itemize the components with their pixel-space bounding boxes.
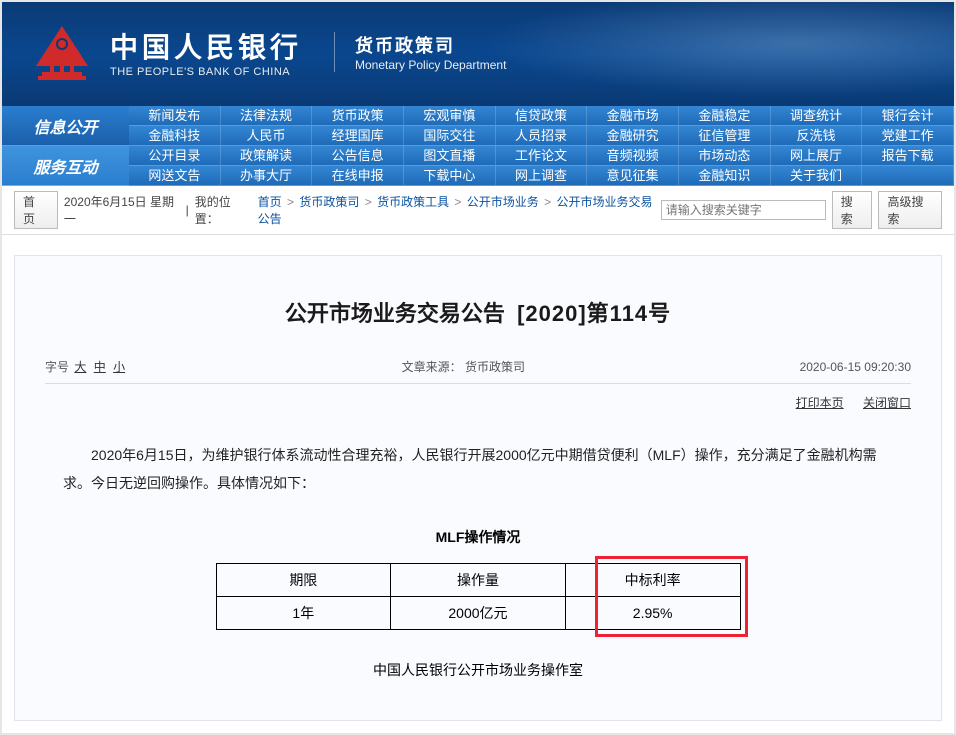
- nav-item[interactable]: 货币政策: [312, 106, 404, 126]
- nav-tab-service[interactable]: 服务互动: [2, 146, 129, 186]
- nav-item[interactable]: 政策解读: [221, 146, 313, 166]
- table-header-row: 期限 操作量 中标利率: [216, 564, 740, 597]
- article-timestamp: 2020-06-15 09:20:30: [800, 360, 911, 374]
- bank-title: 中国人民银行 THE PEOPLE'S BANK OF CHINA: [110, 26, 302, 78]
- nav-item[interactable]: 新闻发布: [129, 106, 221, 126]
- col-term: 期限: [216, 564, 391, 597]
- nav-item[interactable]: 工作论文: [496, 146, 588, 166]
- cell-volume: 2000亿元: [391, 597, 566, 630]
- pboc-logo-icon: [32, 24, 92, 80]
- dept-name-cn: 货币政策司: [355, 32, 506, 58]
- font-medium-link[interactable]: 中: [94, 360, 106, 374]
- nav-item[interactable]: 国际交往: [404, 126, 496, 146]
- article: 公开市场业务交易公告 [2020]第114号 字号 大 中 小 文章来源： 货币…: [14, 255, 942, 721]
- bank-name-en: THE PEOPLE'S BANK OF CHINA: [110, 66, 302, 78]
- font-small-link[interactable]: 小: [113, 360, 125, 374]
- dept-name-en: Monetary Policy Department: [355, 58, 506, 72]
- source-label: 文章来源：: [402, 360, 462, 374]
- nav-item[interactable]: 关于我们: [771, 166, 863, 186]
- breadcrumb-item[interactable]: 首页: [258, 195, 282, 209]
- nav-item[interactable]: 网上调查: [496, 166, 588, 186]
- breadcrumb-item[interactable]: 货币政策司: [299, 195, 359, 209]
- dept-title: 货币政策司 Monetary Policy Department: [334, 32, 506, 72]
- chevron-right-icon: >: [541, 195, 555, 209]
- table-data-row: 1年 2000亿元 2.95%: [216, 597, 740, 630]
- font-label: 字号: [45, 360, 69, 374]
- nav-item[interactable]: 网送文告: [129, 166, 221, 186]
- nav-item[interactable]: 网上展厅: [771, 146, 863, 166]
- nav-item[interactable]: 下载中心: [404, 166, 496, 186]
- nav-item[interactable]: 报告下载: [862, 146, 954, 166]
- nav-item[interactable]: 经理国库: [312, 126, 404, 146]
- nav-item[interactable]: 金融研究: [587, 126, 679, 146]
- nav-item[interactable]: 法律法规: [221, 106, 313, 126]
- crumb-loc-label: 我的位置：: [195, 193, 252, 227]
- font-large-link[interactable]: 大: [74, 360, 86, 374]
- home-button[interactable]: 首 页: [14, 191, 58, 229]
- breadcrumb-item[interactable]: 公开市场业务: [467, 195, 539, 209]
- search-button[interactable]: 搜索: [832, 191, 873, 229]
- chevron-right-icon: >: [284, 195, 298, 209]
- main-nav: 信息公开 服务互动 新闻发布法律法规货币政策宏观审慎信贷政策金融市场金融稳定调查…: [2, 106, 954, 186]
- chevron-right-icon: >: [361, 195, 375, 209]
- nav-item[interactable]: 银行会计: [862, 106, 954, 126]
- title-issue: [2020]第114号: [517, 301, 671, 326]
- font-size-controls: 字号 大 中 小: [45, 358, 127, 375]
- cell-term: 1年: [216, 597, 391, 630]
- cell-rate: 2.95%: [565, 597, 740, 630]
- crumb-date: 2020年6月15日 星期一: [64, 193, 180, 227]
- bank-name-cn: 中国人民银行: [110, 26, 302, 66]
- nav-item[interactable]: 金融稳定: [679, 106, 771, 126]
- source-value: 货币政策司: [465, 360, 525, 374]
- nav-item: [862, 166, 954, 186]
- nav-item[interactable]: 公告信息: [312, 146, 404, 166]
- nav-item[interactable]: 在线申报: [312, 166, 404, 186]
- nav-item[interactable]: 公开目录: [129, 146, 221, 166]
- advanced-search-link[interactable]: 高级搜索: [878, 191, 942, 229]
- nav-item[interactable]: 征信管理: [679, 126, 771, 146]
- header-banner: 中国人民银行 THE PEOPLE'S BANK OF CHINA 货币政策司 …: [2, 2, 954, 106]
- nav-item[interactable]: 意见征集: [587, 166, 679, 186]
- nav-item[interactable]: 办事大厅: [221, 166, 313, 186]
- nav-item[interactable]: 宏观审慎: [404, 106, 496, 126]
- mlf-table: 期限 操作量 中标利率 1年 2000亿元 2.95%: [216, 563, 741, 630]
- signature: 中国人民银行公开市场业务操作室: [45, 660, 911, 680]
- close-window-link[interactable]: 关闭窗口: [863, 396, 911, 410]
- nav-item[interactable]: 音频视频: [587, 146, 679, 166]
- article-meta: 字号 大 中 小 文章来源： 货币政策司 2020-06-15 09:20:30: [45, 358, 911, 384]
- print-link[interactable]: 打印本页: [796, 396, 844, 410]
- nav-item[interactable]: 反洗钱: [771, 126, 863, 146]
- breadcrumb-bar: 首 页 2020年6月15日 星期一 | 我的位置： 首页 > 货币政策司 > …: [2, 186, 954, 235]
- breadcrumb-item[interactable]: 货币政策工具: [377, 195, 449, 209]
- nav-item[interactable]: 信贷政策: [496, 106, 588, 126]
- nav-tab-info[interactable]: 信息公开: [2, 106, 129, 146]
- nav-item[interactable]: 金融市场: [587, 106, 679, 126]
- nav-item[interactable]: 人民币: [221, 126, 313, 146]
- col-rate: 中标利率: [565, 564, 740, 597]
- col-volume: 操作量: [391, 564, 566, 597]
- nav-item[interactable]: 人员招录: [496, 126, 588, 146]
- nav-item[interactable]: 党建工作: [862, 126, 954, 146]
- nav-item[interactable]: 金融知识: [679, 166, 771, 186]
- table-title: MLF操作情况: [45, 527, 911, 547]
- article-body: 2020年6月15日，为维护银行体系流动性合理充裕，人民银行开展2000亿元中期…: [45, 411, 911, 507]
- nav-item[interactable]: 调查统计: [771, 106, 863, 126]
- nav-item[interactable]: 市场动态: [679, 146, 771, 166]
- title-main: 公开市场业务交易公告: [285, 301, 505, 326]
- chevron-right-icon: >: [451, 195, 465, 209]
- search-input[interactable]: [661, 200, 826, 220]
- nav-item[interactable]: 金融科技: [129, 126, 221, 146]
- nav-item[interactable]: 图文直播: [404, 146, 496, 166]
- article-title: 公开市场业务交易公告 [2020]第114号: [45, 276, 911, 358]
